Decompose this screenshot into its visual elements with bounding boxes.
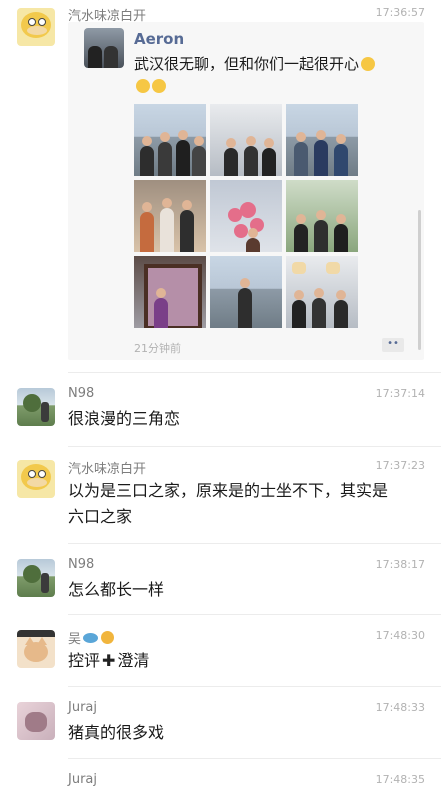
moment-text: 武汉很无聊，但和你们一起很开心 — [134, 53, 414, 97]
moment-author-avatar[interactable] — [84, 28, 124, 68]
more-dots-icon[interactable]: •• — [382, 338, 404, 352]
commenter-name[interactable]: Juraj — [68, 700, 97, 715]
smile-emoji-icon — [152, 79, 166, 93]
commenter-name[interactable]: N98 — [68, 386, 94, 401]
comment-item[interactable]: N98 17:38:17 怎么都长一样 — [0, 551, 441, 611]
divider — [68, 686, 441, 687]
divider — [68, 543, 441, 544]
smile-emoji-icon — [136, 79, 150, 93]
commenter-name-text: 吴 — [68, 632, 82, 647]
fish-emoji-icon — [83, 633, 99, 643]
comment-item[interactable]: 汽水味凉白开 17:36:57 Aeron 武汉很无聊，但和你们一起很开心 21… — [0, 0, 441, 370]
moment-photo[interactable] — [286, 104, 358, 176]
plus-emoji-icon: ✚ — [102, 651, 116, 670]
moment-author-name[interactable]: Aeron — [134, 30, 184, 48]
moment-photo[interactable] — [286, 256, 358, 328]
commenter-name[interactable]: 汽水味凉白开 — [68, 458, 146, 477]
comment-time: 17:48:33 — [375, 701, 425, 714]
comment-time: 17:37:14 — [375, 387, 425, 400]
moment-posted-time: 21分钟前 — [134, 342, 181, 355]
comment-text: 控评 ✚ 澄清 — [68, 648, 428, 674]
comment-time: 17:48:35 — [375, 773, 425, 786]
divider — [68, 758, 441, 759]
comment-time: 17:48:30 — [375, 629, 425, 642]
divider — [68, 614, 441, 615]
commenter-name[interactable]: N98 — [68, 557, 94, 572]
avatar-pink[interactable] — [17, 702, 55, 740]
moment-photo[interactable] — [134, 180, 206, 252]
divider — [68, 372, 441, 373]
comment-text-a: 控评 — [68, 651, 101, 670]
moment-photo[interactable] — [134, 256, 206, 328]
moment-photo[interactable] — [286, 180, 358, 252]
moment-photo[interactable] — [210, 256, 282, 328]
comment-text-b: 澄清 — [117, 651, 150, 670]
avatar-landscape[interactable] — [17, 559, 55, 597]
moment-photo[interactable] — [210, 104, 282, 176]
comment-time: 17:38:17 — [375, 558, 425, 571]
commenter-name[interactable]: 吴 — [68, 628, 115, 647]
comment-text: 猪真的很多戏 — [68, 723, 165, 742]
smile-emoji-icon — [361, 57, 376, 71]
comment-text-line: 以为是三口之家，原来是的士坐不下，其实是 — [68, 481, 389, 500]
cat-emoji-icon — [101, 631, 115, 644]
avatar-duck[interactable] — [17, 460, 55, 498]
comment-item[interactable]: 汽水味凉白开 17:37:23 以为是三口之家，原来是的士坐不下，其实是 六口之… — [0, 452, 441, 542]
comment-item[interactable]: N98 17:37:14 很浪漫的三角恋 — [0, 380, 441, 440]
comment-text: 很浪漫的三角恋 — [68, 409, 181, 428]
moment-text-content: 武汉很无聊，但和你们一起很开心 — [134, 55, 360, 73]
moment-photo[interactable] — [210, 180, 282, 252]
commenter-name[interactable]: Juraj — [68, 772, 97, 787]
comment-item[interactable]: 吴 17:48:30 控评 ✚ 澄清 — [0, 622, 441, 682]
comment-text: 怎么都长一样 — [68, 580, 165, 599]
comment-text-line: 六口之家 — [68, 507, 133, 526]
comment-time: 17:36:57 — [375, 6, 425, 19]
divider — [68, 446, 441, 447]
comment-item[interactable]: Juraj 17:48:35 — [0, 766, 441, 800]
avatar-landscape[interactable] — [17, 388, 55, 426]
moment-photo[interactable] — [134, 104, 206, 176]
avatar-cat[interactable] — [17, 630, 55, 668]
avatar-duck[interactable] — [17, 8, 55, 46]
scrollbar[interactable] — [418, 210, 421, 350]
comment-item[interactable]: Juraj 17:48:33 猪真的很多戏 — [0, 694, 441, 754]
comment-time: 17:37:23 — [375, 459, 425, 472]
moment-card[interactable]: Aeron 武汉很无聊，但和你们一起很开心 21分钟前 •• — [68, 22, 424, 360]
